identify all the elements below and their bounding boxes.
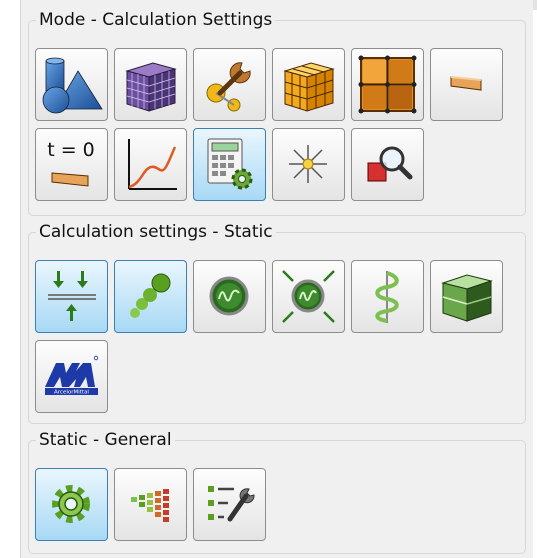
tools-button[interactable] <box>193 48 266 121</box>
calculator-settings-button[interactable] <box>193 128 266 201</box>
mesh-cube-icon <box>125 62 177 112</box>
nonlinear-path-icon <box>130 273 171 318</box>
oscillation-icon <box>209 276 249 316</box>
group-title: Calculation settings - Static <box>36 222 276 242</box>
group-title: Static - General <box>36 430 175 450</box>
gear-icon <box>52 485 90 523</box>
curve-graph-icon <box>128 139 177 190</box>
mesh-button[interactable] <box>114 48 187 121</box>
curve-button[interactable] <box>114 128 187 201</box>
arcelormittal-logo-icon: ArcelorMittal <box>45 355 99 396</box>
group-mode-calculation-settings: Mode - Calculation Settings t = 0 <box>28 10 526 216</box>
calculator-settings-icon <box>207 138 253 190</box>
tools-wrench-icon <box>206 62 251 112</box>
group-static-general: Static - General <box>28 430 526 554</box>
group-calculation-settings-static: Calculation settings - Static ArcelorMit… <box>28 222 526 424</box>
inspect-button[interactable] <box>351 128 424 201</box>
solid-mesh-button[interactable] <box>272 48 345 121</box>
static-load-button[interactable] <box>35 260 108 333</box>
geometry-button[interactable] <box>35 48 108 121</box>
burst-star-icon <box>289 145 327 183</box>
oscillation-load-button[interactable] <box>272 260 345 333</box>
arcelormittal-button[interactable]: ArcelorMittal <box>35 340 108 413</box>
solid-block-button[interactable] <box>430 260 503 333</box>
plate-grid-icon <box>358 55 417 114</box>
color-bars-icon <box>131 489 169 522</box>
plate-button[interactable] <box>351 48 424 121</box>
group-title: Mode - Calculation Settings <box>36 10 276 30</box>
general-settings-button[interactable] <box>35 468 108 541</box>
beam-button[interactable] <box>430 48 503 121</box>
spiral-reinforcement-icon <box>375 271 399 323</box>
burst-button[interactable] <box>272 128 345 201</box>
nonlinear-button[interactable] <box>114 260 187 333</box>
spiral-button[interactable] <box>351 260 424 333</box>
oscillation-load-icon <box>282 270 335 323</box>
beam-element-icon <box>450 76 482 91</box>
geometry-shapes-icon <box>42 57 103 114</box>
initial-state-icon: t = 0 <box>47 139 95 187</box>
settings-panel: Mode - Calculation Settings t = 0 Calcul… <box>20 0 533 558</box>
color-bars-button[interactable] <box>114 468 187 541</box>
initial-state-button[interactable]: t = 0 <box>35 128 108 201</box>
checklist-settings-button[interactable] <box>193 468 266 541</box>
inspect-magnifier-icon <box>367 146 413 182</box>
initial-state-label: t = 0 <box>47 139 95 161</box>
static-load-arrows-icon <box>48 271 96 321</box>
solid-grid-cube-icon <box>283 62 335 112</box>
arcelormittal-label: ArcelorMittal <box>54 390 89 396</box>
oscillation-button[interactable] <box>193 260 266 333</box>
green-solid-block-icon <box>441 274 493 322</box>
checklist-wrench-icon <box>208 486 255 522</box>
